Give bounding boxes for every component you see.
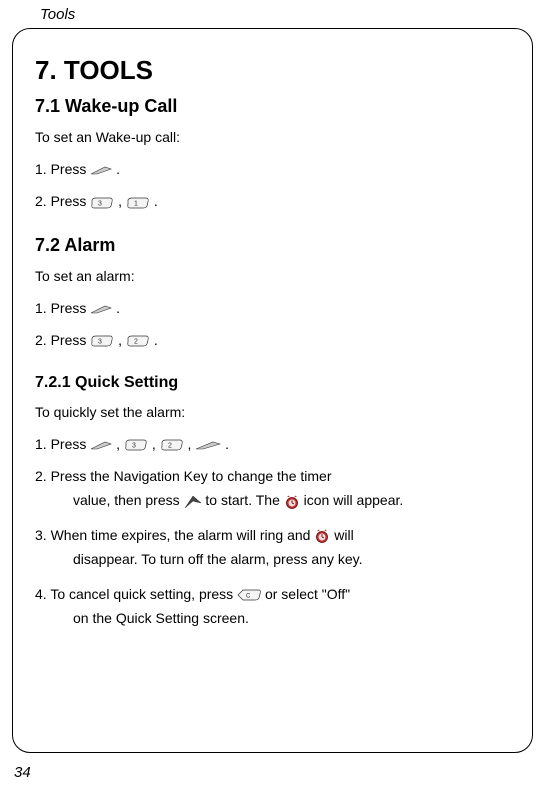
text: 1. Press bbox=[35, 300, 90, 316]
header-title: Tools bbox=[40, 6, 75, 23]
key-3-icon: 3 bbox=[90, 197, 114, 209]
text: . bbox=[154, 193, 158, 209]
key-2-icon: 2 bbox=[160, 439, 184, 451]
svg-text:2: 2 bbox=[134, 339, 138, 346]
page-number: 34 bbox=[14, 764, 31, 781]
text: , bbox=[118, 193, 126, 209]
heading-tools: 7. TOOLS bbox=[35, 55, 510, 86]
content-frame: 7. TOOLS 7.1 Wake-up Call To set an Wake… bbox=[12, 28, 533, 753]
key-3-icon: 3 bbox=[90, 335, 114, 347]
key-3-icon: 3 bbox=[124, 439, 148, 451]
wakeup-step-1: 1. Press . bbox=[35, 158, 510, 180]
soft-key-long-icon bbox=[195, 440, 221, 450]
alarm-clock-icon bbox=[314, 528, 330, 544]
text: 3. When time expires, the alarm will rin… bbox=[35, 527, 314, 543]
text: . bbox=[225, 436, 229, 452]
alarm-step-2: 2. Press 3 , 2 . bbox=[35, 329, 510, 351]
wakeup-step-2: 2. Press 3 , 1 . bbox=[35, 190, 510, 212]
text: 1. Press bbox=[35, 436, 90, 452]
soft-key-icon bbox=[90, 304, 112, 314]
text: disappear. To turn off the alarm, press … bbox=[73, 551, 363, 567]
text: 2. Press bbox=[35, 332, 90, 348]
svg-text:1: 1 bbox=[134, 200, 138, 207]
text: value, then press bbox=[73, 492, 184, 508]
nav-up-icon bbox=[184, 495, 202, 509]
text: 1. Press bbox=[35, 161, 90, 177]
heading-wakeup-call: 7.1 Wake-up Call bbox=[35, 96, 510, 117]
svg-text:C: C bbox=[246, 594, 251, 600]
soft-key-icon bbox=[90, 440, 112, 450]
quick-step-3: 3. When time expires, the alarm will rin… bbox=[35, 524, 510, 573]
key-1-icon: 1 bbox=[126, 197, 150, 209]
text: . bbox=[116, 161, 120, 177]
key-2-icon: 2 bbox=[126, 335, 150, 347]
text: , bbox=[118, 332, 126, 348]
text-quick-intro: To quickly set the alarm: bbox=[35, 402, 510, 423]
text: to start. The bbox=[205, 492, 283, 508]
text: , bbox=[116, 436, 124, 452]
text: . bbox=[154, 332, 158, 348]
alarm-step-1: 1. Press . bbox=[35, 297, 510, 319]
quick-step-2: 2. Press the Navigation Key to change th… bbox=[35, 465, 510, 514]
text: 4. To cancel quick setting, press bbox=[35, 586, 237, 602]
text: , bbox=[152, 436, 160, 452]
svg-text:3: 3 bbox=[98, 200, 102, 207]
text: , bbox=[187, 436, 195, 452]
svg-text:3: 3 bbox=[132, 442, 136, 449]
quick-step-1: 1. Press , 3 , 2 , . bbox=[35, 433, 510, 455]
soft-key-icon bbox=[90, 165, 112, 175]
text: or select "Off" bbox=[265, 586, 350, 602]
text: 2. Press bbox=[35, 193, 90, 209]
svg-text:2: 2 bbox=[168, 442, 172, 449]
alarm-clock-icon bbox=[284, 494, 300, 510]
heading-alarm: 7.2 Alarm bbox=[35, 235, 510, 256]
text-wakeup-intro: To set an Wake-up call: bbox=[35, 127, 510, 148]
heading-quick-setting: 7.2.1 Quick Setting bbox=[35, 374, 510, 392]
text: will bbox=[334, 527, 353, 543]
text-alarm-intro: To set an alarm: bbox=[35, 266, 510, 287]
text: . bbox=[116, 300, 120, 316]
quick-step-4: 4. To cancel quick setting, press C or s… bbox=[35, 583, 510, 632]
text: 2. Press the Navigation Key to change th… bbox=[35, 468, 332, 484]
svg-text:3: 3 bbox=[98, 339, 102, 346]
text: icon will appear. bbox=[304, 492, 404, 508]
clear-key-icon: C bbox=[237, 589, 261, 601]
text: on the Quick Setting screen. bbox=[73, 610, 249, 626]
